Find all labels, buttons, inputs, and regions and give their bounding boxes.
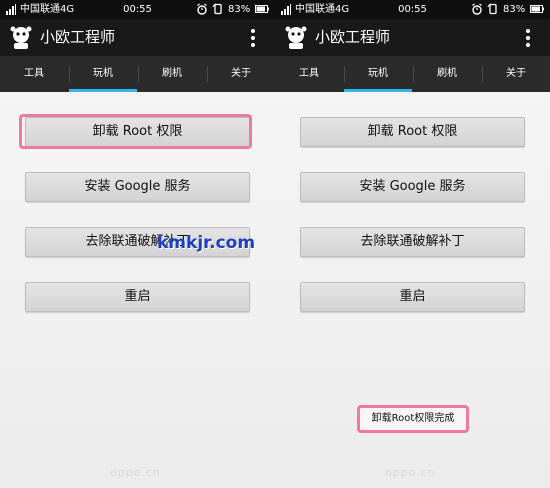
tab-about[interactable]: 关于 [482,56,550,92]
remove-unicom-patch-button[interactable]: 去除联通破解补丁 [300,227,525,257]
uninstall-root-button[interactable]: 卸载 Root 权限 [300,117,525,147]
overflow-menu-icon[interactable] [523,27,533,49]
install-google-button[interactable]: 安装 Google 服务 [25,172,250,202]
rotation-lock-icon [487,3,497,15]
app-bar: 小欧工程师 [0,19,275,56]
alarm-icon [197,3,207,15]
battery-percent: 83% [503,4,526,15]
battery-icon [530,5,544,13]
tab-bar: 工具 玩机 刷机 关于 [275,56,550,92]
app-title: 小欧工程师 [315,28,391,46]
tab-flash[interactable]: 刷机 [413,56,481,92]
battery-percent: 83% [228,4,251,15]
toast-message: 卸载Root权限完成 [357,405,469,433]
brand-watermark: oppo.cn [110,466,161,479]
tab-flash[interactable]: 刷机 [138,56,206,92]
tab-tools[interactable]: 工具 [0,56,68,92]
tab-play[interactable]: 玩机 [344,56,412,92]
overflow-menu-icon[interactable] [248,27,258,49]
site-watermark: kmkjr.com [157,233,256,253]
reboot-button[interactable]: 重启 [25,282,250,312]
status-bar: 中国联通4G 00:55 83% [275,0,550,19]
brand-watermark: oppo.cn [385,466,436,479]
alarm-icon [472,3,482,15]
robot-logo-icon [10,26,32,49]
tab-play[interactable]: 玩机 [69,56,137,92]
tab-tools[interactable]: 工具 [275,56,343,92]
tab-bar: 工具 玩机 刷机 关于 [0,56,275,92]
app-title: 小欧工程师 [40,28,116,46]
tab-about[interactable]: 关于 [207,56,275,92]
status-bar: 中国联通4G 00:55 83% [0,0,275,19]
robot-logo-icon [285,26,307,49]
reboot-button[interactable]: 重启 [300,282,525,312]
battery-icon [255,5,269,13]
rotation-lock-icon [212,3,222,15]
highlight-frame [19,114,252,149]
install-google-button[interactable]: 安装 Google 服务 [300,172,525,202]
app-bar: 小欧工程师 [275,19,550,56]
